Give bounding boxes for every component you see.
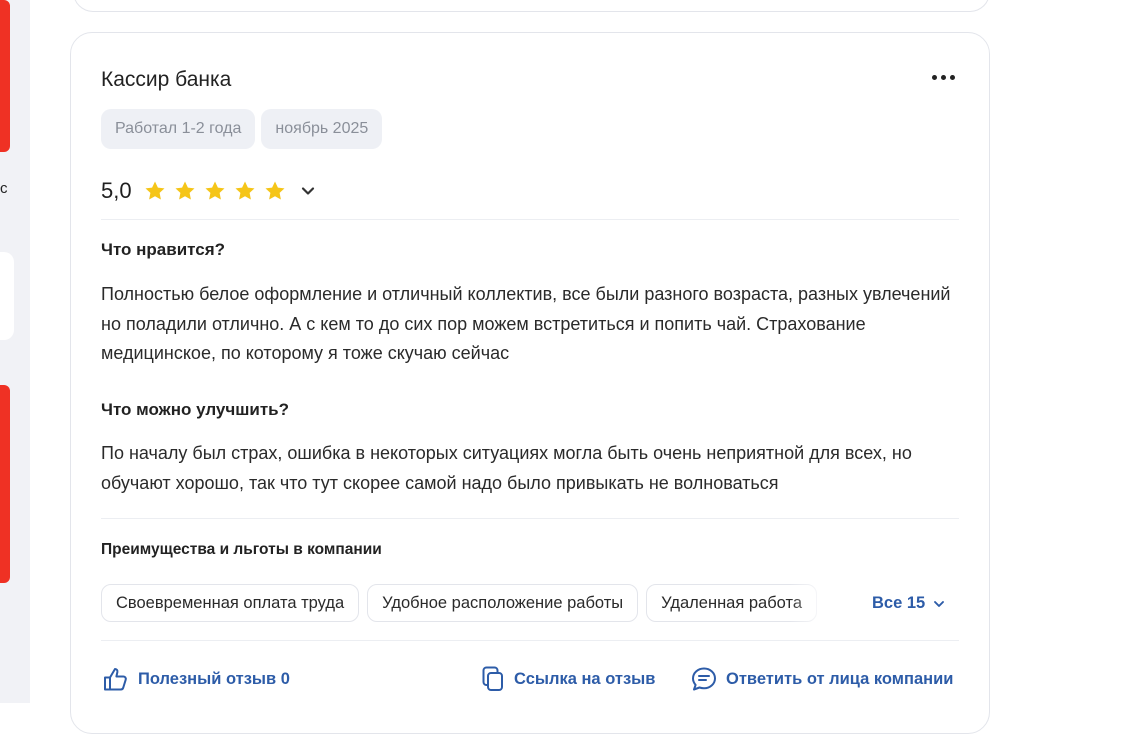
- tag-date: ноябрь 2025: [261, 109, 383, 149]
- sidebar-accent-bar: [0, 0, 10, 152]
- improve-heading: Что можно улучшить?: [101, 400, 290, 419]
- star-icon: [265, 181, 285, 200]
- sidebar-card-edge: [0, 252, 14, 340]
- copy-link-button[interactable]: Ссылка на отзыв: [480, 665, 655, 693]
- chat-bubble-icon: [692, 667, 716, 691]
- chevron-down-icon[interactable]: [298, 181, 318, 201]
- review-tags: Работал 1-2 года ноябрь 2025: [101, 109, 383, 149]
- sidebar-accent-bar: [0, 385, 10, 583]
- show-all-benefits-button[interactable]: Все 15: [872, 594, 947, 613]
- review-position-title: Кассир банка: [101, 68, 232, 91]
- chevron-down-icon: [934, 600, 945, 607]
- star-icon: [205, 181, 225, 200]
- rating-stars: [142, 179, 288, 203]
- helpful-review-button[interactable]: Полезный отзыв 0: [102, 665, 290, 693]
- divider: [101, 640, 959, 641]
- rating-value: 5,0: [101, 178, 132, 203]
- likes-heading: Что нравится?: [101, 240, 226, 259]
- star-icon: [175, 181, 195, 200]
- benefits-heading: Преимущества и льготы в компании: [101, 541, 382, 558]
- improve-text: По началу был страх, ошибка в некоторых …: [101, 443, 912, 493]
- divider: [101, 219, 959, 220]
- previous-review-card: [73, 0, 990, 12]
- benefits-list: Своевременная оплата труда Удобное распол…: [101, 584, 827, 622]
- copy-link-label: Ссылка на отзыв: [514, 669, 656, 688]
- reply-as-company-button[interactable]: Ответить от лица компании: [690, 665, 953, 693]
- likes-text: Полностью белое оформление и отличный ко…: [101, 284, 951, 363]
- more-options-button[interactable]: [928, 66, 958, 88]
- chips-fade-overlay: [790, 584, 832, 622]
- sidebar-clipped-text: с: [0, 180, 8, 197]
- star-icon: [235, 181, 255, 200]
- show-all-label: Все 15: [872, 594, 926, 612]
- more-dots-icon: [931, 74, 937, 80]
- rating-row: 5,0: [101, 178, 318, 204]
- helpful-review-label: Полезный отзыв 0: [138, 669, 290, 688]
- reply-as-company-label: Ответить от лица компании: [726, 669, 954, 688]
- star-icon: [145, 181, 165, 200]
- tag-experience: Работал 1-2 года: [101, 109, 256, 149]
- benefit-chip[interactable]: Своевременная оплата труда: [101, 584, 360, 622]
- thumbs-up-icon: [104, 668, 127, 691]
- divider: [101, 518, 959, 519]
- benefit-chip[interactable]: Удобное расположение работы: [367, 584, 639, 622]
- copy-link-icon: [482, 666, 503, 691]
